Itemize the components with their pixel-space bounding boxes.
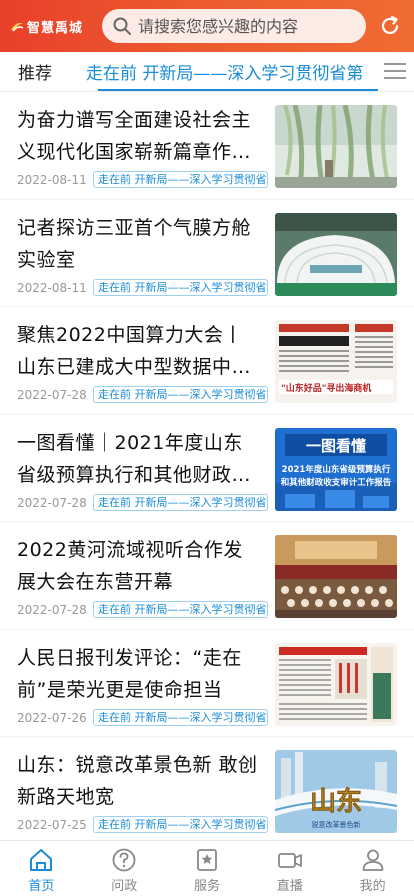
article-title: 人民日报刊发评论：“走在前”是荣光更是使命担当 — [17, 646, 242, 701]
thumb-line1-text: 2021年度山东省级预算执行 — [282, 464, 391, 475]
tab-live-label: 直播 — [276, 879, 303, 894]
tab-inquiry[interactable]: 问政 — [83, 841, 166, 896]
tab-service-label: 服务 — [193, 879, 220, 894]
list-item[interactable]: 聚焦2022中国算力大会丨山东已建成大中型数据中心4… 2022-07-28 走… — [0, 307, 414, 415]
thumb-title-text: 山东 — [310, 786, 362, 817]
question-icon — [112, 848, 136, 872]
menu-icon[interactable] — [384, 62, 406, 80]
list-item[interactable]: 人民日报刊发评论：“走在前”是荣光更是使命担当 2022-07-26 走在前 开… — [0, 630, 414, 737]
article-title: 记者探访三亚首个气膜方舱实验室 — [17, 216, 252, 271]
topic-tag[interactable]: 走在前 开新局——深入学习贯彻省第 — [93, 601, 268, 618]
list-item[interactable]: 一图看懂｜2021年度山东省级预算执行和其他财政收… 2022-07-28 走在… — [0, 415, 414, 522]
article-date: 2022-07-28 — [17, 495, 87, 510]
list-item[interactable]: 2022黄河流域视听合作发展大会在东营开幕 2022-07-28 走在前 开新局… — [0, 522, 414, 630]
article-thumbnail — [275, 535, 397, 618]
thumb-headline-text: 一图看懂 — [306, 437, 366, 455]
tab-live[interactable]: 直播 — [248, 841, 331, 896]
article-thumbnail — [275, 212, 397, 296]
topic-tag[interactable]: 走在前 开新局——深入学习贯彻省第 — [93, 708, 268, 726]
thumb-banner-text: "山东好品"寻出海商机 — [281, 382, 371, 394]
topic-tag[interactable]: 走在前 开新局——深入学习贯彻省第 — [93, 816, 268, 833]
tab-service[interactable]: 服务 — [166, 841, 249, 896]
list-item[interactable]: 为奋力谱写全面建设社会主义现代化国家崭新篇章作… 2022-08-11 走在前 … — [0, 92, 414, 200]
tab-mine[interactable]: 我的 — [331, 841, 414, 896]
search-input[interactable] — [138, 16, 356, 36]
list-item[interactable]: 山东：锐意改革景色新 敢创新路天地宽 2022-07-25 走在前 开新局——深… — [0, 737, 414, 845]
tab-mine-label: 我的 — [359, 879, 386, 894]
tab-special-topic[interactable]: 走在前 开新局——深入学习贯彻省第 — [86, 59, 382, 84]
bottom-tab-bar: 首页 问政 服务 直播 我的 — [0, 840, 414, 896]
article-thumbnail: 山东 锐意改革景色新 — [275, 750, 397, 833]
article-thumbnail: 一图看懂 2021年度山东省级预算执行 和其他财政收支审计工作报告 — [275, 427, 397, 511]
topic-tag[interactable]: 走在前 开新局——深入学习贯彻省第 — [93, 171, 268, 188]
article-thumbnail — [275, 105, 397, 188]
thumb-subtitle-text: 锐意改革景色新 — [312, 820, 361, 829]
topic-tag[interactable]: 走在前 开新局——深入学习贯彻省第 — [93, 493, 268, 511]
tab-home-label: 首页 — [28, 879, 55, 894]
service-icon — [197, 849, 217, 871]
tab-inquiry-label: 问政 — [111, 879, 138, 894]
article-list: 为奋力谱写全面建设社会主义现代化国家崭新篇章作… 2022-08-11 走在前 … — [0, 92, 414, 845]
article-date: 2022-08-11 — [17, 173, 87, 187]
article-thumbnail — [275, 642, 397, 726]
article-title: 山东：锐意改革景色新 敢创新路天地宽 — [17, 754, 258, 808]
article-title: 为奋力谱写全面建设社会主义现代化国家崭新篇章作… — [17, 109, 252, 163]
article-thumbnail: "山东好品"寻出海商机 — [275, 320, 397, 403]
app-header: 智慧禹城 — [0, 0, 414, 52]
tab-active-indicator — [98, 89, 378, 91]
user-icon — [362, 849, 383, 871]
article-title: 聚焦2022中国算力大会丨山东已建成大中型数据中心4… — [17, 324, 252, 378]
live-icon — [277, 853, 302, 868]
article-date: 2022-07-26 — [17, 710, 87, 725]
topic-tag[interactable]: 走在前 开新局——深入学习贯彻省第 — [93, 278, 268, 296]
article-date: 2022-07-28 — [17, 603, 87, 617]
logo-text: 智慧禹城 — [27, 20, 84, 36]
article-date: 2022-07-25 — [17, 818, 87, 832]
list-item[interactable]: 记者探访三亚首个气膜方舱实验室 2022-08-11 走在前 开新局——深入学习… — [0, 200, 414, 307]
article-date: 2022-07-28 — [17, 388, 87, 402]
app-logo: 智慧禹城 — [10, 11, 102, 41]
thumb-line2-text: 和其他财政收支审计工作报告 — [281, 477, 392, 488]
channel-tabs: 推荐 走在前 开新局——深入学习贯彻省第 — [0, 52, 414, 92]
logo-mark-icon — [11, 22, 24, 32]
tab-home[interactable]: 首页 — [0, 841, 83, 896]
topic-tag[interactable]: 走在前 开新局——深入学习贯彻省第 — [93, 386, 268, 403]
article-title: 2022黄河流域视听合作发展大会在东营开幕 — [17, 539, 243, 593]
refresh-icon — [381, 15, 399, 35]
search-bar[interactable] — [102, 9, 366, 43]
tab-recommend[interactable]: 推荐 — [18, 59, 52, 84]
refresh-button[interactable] — [376, 12, 404, 40]
home-icon — [30, 849, 53, 871]
article-title: 一图看懂｜2021年度山东省级预算执行和其他财政收… — [17, 431, 243, 486]
search-icon — [113, 17, 131, 35]
article-date: 2022-08-11 — [17, 280, 87, 295]
